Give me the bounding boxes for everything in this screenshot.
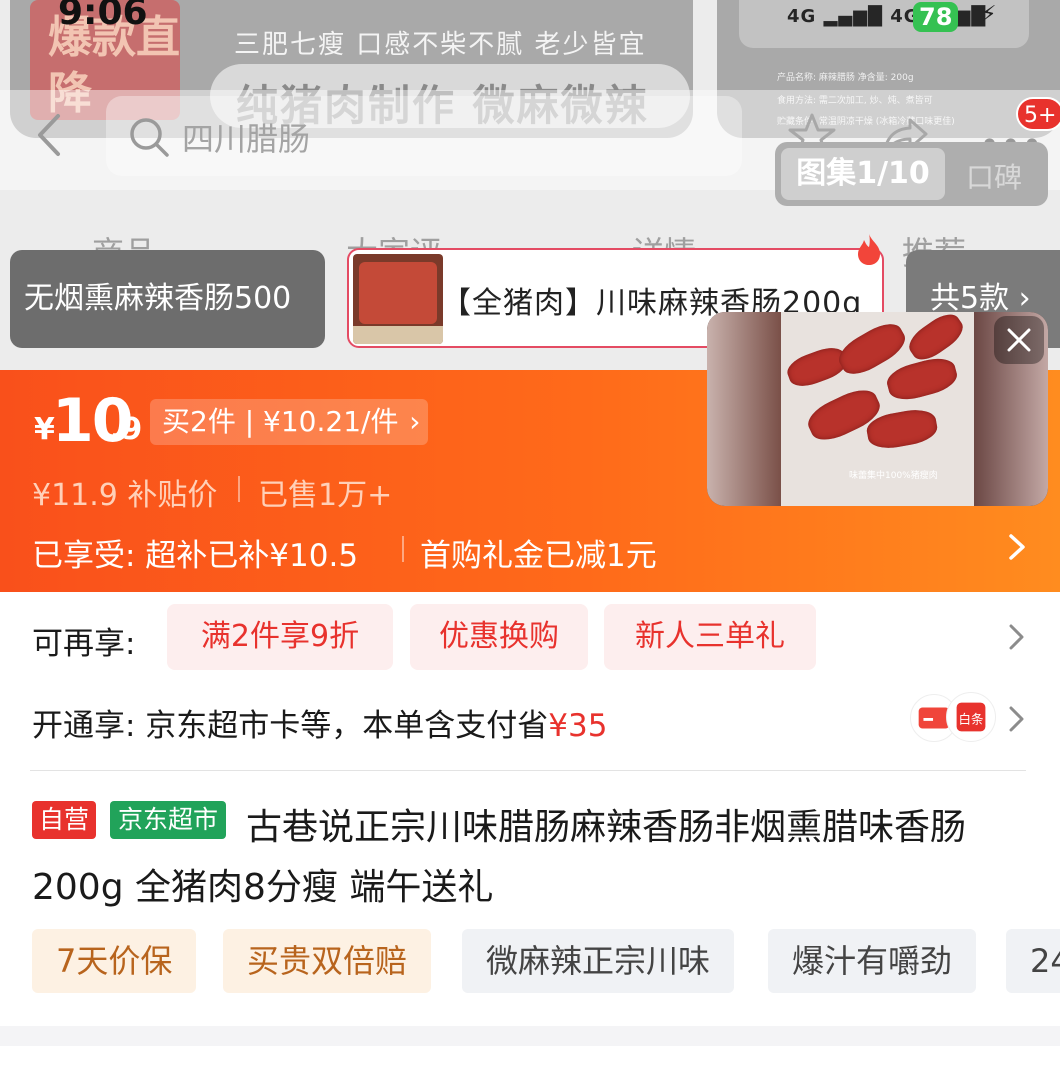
promo-tag-discount[interactable]: 满2件享9折 bbox=[167, 604, 393, 670]
section-divider bbox=[30, 770, 1026, 771]
divider bbox=[402, 536, 404, 562]
variant-thumbnail bbox=[353, 254, 443, 344]
baitiao-icon: 白条 bbox=[946, 692, 996, 742]
promo-tag-exchange[interactable]: 优惠换购 bbox=[410, 604, 588, 670]
close-icon[interactable] bbox=[994, 316, 1044, 364]
status-time: 9:06 bbox=[58, 0, 148, 33]
video-caption: 味蕾集中100%猪瘦肉 bbox=[849, 471, 938, 481]
store-badge: 京东超市 bbox=[110, 801, 227, 839]
feature-tag-flavor[interactable]: 微麻辣正宗川味 bbox=[462, 929, 735, 993]
chevron-right-icon[interactable] bbox=[1004, 528, 1030, 566]
promo-tag-new-user[interactable]: 新人三单礼 bbox=[604, 604, 816, 670]
feature-tag-more[interactable]: 24 bbox=[1006, 929, 1060, 993]
self-operated-badge: 自营 bbox=[32, 801, 97, 839]
product-title-line-2: 200g 全猪肉8分瘦 端午送礼 bbox=[32, 867, 494, 908]
enjoyed-subsidy[interactable]: 已享受: 超补已补¥10.5 bbox=[32, 530, 358, 575]
multi-buy-offer-button[interactable]: 买2件 | ¥10.21/件 › bbox=[150, 399, 429, 445]
floating-video-player[interactable]: 味蕾集中100%猪瘦肉 bbox=[707, 312, 1048, 506]
sold-count: 已售1万+ bbox=[258, 478, 393, 513]
charging-icon: ⚡ bbox=[981, 2, 997, 27]
tab-gallery[interactable]: 图集1/10 bbox=[781, 148, 945, 200]
feature-tag-double-refund[interactable]: 买贵双倍赔 bbox=[223, 929, 432, 993]
variant-more-label: 共5款 bbox=[930, 281, 1010, 316]
cart-count-badge: 5+ bbox=[1016, 97, 1060, 131]
feature-tag-texture[interactable]: 爆汁有嚼劲 bbox=[768, 929, 977, 993]
product-title: 古巷说正宗川味腊肠麻辣香肠非烟熏腊味香肠 bbox=[246, 807, 967, 848]
tab-reviews[interactable]: 口碑 bbox=[966, 156, 1022, 196]
divider bbox=[238, 476, 240, 502]
variant-option[interactable]: 无烟熏麻辣香肠500 bbox=[10, 250, 325, 348]
search-icon bbox=[130, 118, 169, 157]
membership-saving-amount: ¥35 bbox=[548, 708, 608, 744]
feature-tag-price-protect[interactable]: 7天价保 bbox=[32, 929, 197, 993]
baitiao-label: 白条 bbox=[959, 712, 984, 727]
multi-buy-label: 买2件 | ¥10.21/件 bbox=[162, 405, 399, 438]
back-arrow-icon[interactable] bbox=[32, 110, 68, 160]
chevron-right-icon[interactable] bbox=[1004, 700, 1028, 738]
network-label-1: 4G bbox=[787, 6, 817, 27]
signal-bars-icon: ▂▄▆█ bbox=[823, 6, 883, 27]
chevron-right-icon[interactable] bbox=[1004, 618, 1028, 656]
promo-row-label: 可再享: bbox=[32, 626, 136, 662]
price-decimal: .9 bbox=[110, 412, 143, 447]
membership-offer[interactable]: 开通享: 京东超市卡等，本单含支付省¥35 bbox=[32, 700, 607, 745]
section-gap bbox=[0, 1026, 1060, 1046]
banner-slogan: 三肥七瘦 口感不柴不腻 老少皆宜 bbox=[234, 30, 647, 60]
chevron-right-icon: › bbox=[409, 405, 421, 438]
chevron-right-icon: › bbox=[1018, 281, 1031, 316]
spec-line: 产品名称: 麻辣腊肠 净含量: 200g bbox=[777, 73, 914, 83]
membership-offer-text: 开通享: 京东超市卡等，本单含支付省 bbox=[32, 708, 549, 744]
search-input[interactable]: 四川腊肠 bbox=[182, 114, 310, 160]
subsidy-original-price: ¥11.9 补贴价 bbox=[32, 478, 218, 513]
battery-level: 78 bbox=[913, 2, 959, 32]
enjoyed-first-purchase[interactable]: 首购礼金已减1元 bbox=[420, 530, 657, 575]
hot-fire-icon bbox=[858, 234, 880, 265]
